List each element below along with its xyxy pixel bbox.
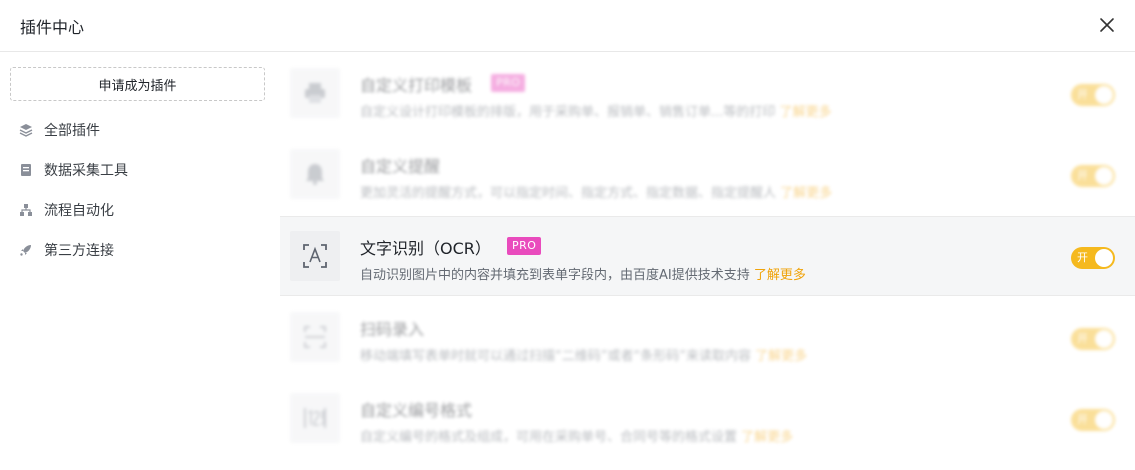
plugin-toggle[interactable]: 开	[1071, 328, 1115, 350]
scan-icon	[290, 312, 340, 362]
toggle-knob	[1095, 411, 1113, 429]
pro-badge: PRO	[491, 74, 526, 92]
plugin-description-text: 自定义设计打印模板的排版，用于采购单、报销单、销售订单...等的打印	[360, 105, 776, 120]
toggle-label: 开	[1077, 332, 1088, 345]
close-icon[interactable]	[1096, 14, 1118, 36]
plugin-name: 自定义打印模板	[360, 76, 473, 95]
plugin-toggle[interactable]: 开	[1071, 84, 1115, 106]
dialog-title: 插件中心	[20, 18, 85, 37]
learn-more-link[interactable]: 了解更多	[780, 105, 832, 120]
form-icon	[18, 162, 34, 178]
plugin-name: 扫码录入	[360, 320, 425, 339]
toggle-label: 开	[1077, 88, 1088, 101]
rocket-icon	[18, 242, 34, 258]
printer-icon	[290, 68, 340, 118]
sidebar-item-label: 数据采集工具	[44, 163, 128, 179]
plugin-card-number-format: 自定义编号格式 自定义编号的格式及组成，可用在采购单号、合同号等的格式设置 了解…	[280, 379, 1135, 459]
plugin-card-print-template: 自定义打印模板 PRO 自定义设计打印模板的排版，用于采购单、报销单、销售订单.…	[280, 54, 1135, 134]
sidebar-item-label: 全部插件	[44, 123, 100, 139]
toggle-knob	[1095, 249, 1113, 267]
bell-icon	[290, 149, 340, 199]
number-format-icon	[290, 393, 340, 443]
plugin-description-text: 移动端填写表单时就可以通过扫描“二维码”或者“条形码”来读取内容	[360, 349, 751, 364]
plugin-toggle[interactable]: 开	[1071, 409, 1115, 431]
toggle-knob	[1095, 330, 1113, 348]
toggle-label: 开	[1077, 251, 1088, 264]
plugin-name: 自定义编号格式	[360, 401, 473, 420]
learn-more-link[interactable]: 了解更多	[741, 430, 793, 445]
plugin-name: 自定义提醒	[360, 157, 441, 176]
toggle-label: 开	[1077, 169, 1088, 182]
plugin-name: 文字识别（OCR）	[360, 239, 491, 258]
plugin-description: 自定义编号的格式及组成，可用在采购单号、合同号等的格式设置 了解更多	[360, 426, 793, 445]
layers-icon	[18, 122, 34, 138]
toggle-knob	[1095, 86, 1113, 104]
learn-more-link[interactable]: 了解更多	[755, 349, 807, 364]
plugin-description-text: 自动识别图片中的内容并填充到表单字段内，由百度AI提供技术支持	[360, 268, 750, 283]
plugin-description: 自定义设计打印模板的排版，用于采购单、报销单、销售订单...等的打印 了解更多	[360, 101, 832, 120]
flow-icon	[18, 202, 34, 218]
toggle-label: 开	[1077, 413, 1088, 426]
plugin-card-custom-reminder: 自定义提醒 更加灵活的提醒方式，可以指定时间、指定方式、指定数据、指定提醒人 了…	[280, 135, 1135, 215]
sidebar-item-label: 流程自动化	[44, 203, 114, 219]
sidebar-item-label: 第三方连接	[44, 243, 114, 259]
plugin-card-scan-input: 扫码录入 移动端填写表单时就可以通过扫描“二维码”或者“条形码”来读取内容 了解…	[280, 298, 1135, 378]
plugin-card-ocr: 文字识别（OCR） PRO 自动识别图片中的内容并填充到表单字段内，由百度AI提…	[280, 216, 1135, 296]
sidebar-item-data-collection[interactable]: 数据采集工具	[18, 158, 128, 182]
learn-more-link[interactable]: 了解更多	[754, 268, 806, 283]
plugin-list: 自定义打印模板 PRO 自定义设计打印模板的排版，用于采购单、报销单、销售订单.…	[280, 52, 1135, 470]
dialog-header: 插件中心	[0, 0, 1135, 52]
learn-more-link[interactable]: 了解更多	[780, 186, 832, 201]
pro-badge: PRO	[507, 237, 542, 255]
plugin-description-text: 更加灵活的提醒方式，可以指定时间、指定方式、指定数据、指定提醒人	[360, 186, 777, 201]
sidebar: 申请成为插件 全部插件 数据采集工具 流程自动化 第三方连接	[0, 52, 280, 470]
sidebar-item-automation[interactable]: 流程自动化	[18, 198, 114, 222]
plugin-description: 移动端填写表单时就可以通过扫描“二维码”或者“条形码”来读取内容 了解更多	[360, 345, 807, 364]
ocr-icon	[290, 231, 340, 281]
plugin-description-text: 自定义编号的格式及组成，可用在采购单号、合同号等的格式设置	[360, 430, 738, 445]
plugin-toggle[interactable]: 开	[1071, 165, 1115, 187]
plugin-description: 更加灵活的提醒方式，可以指定时间、指定方式、指定数据、指定提醒人 了解更多	[360, 182, 832, 201]
plugin-toggle[interactable]: 开	[1071, 247, 1115, 269]
toggle-knob	[1095, 167, 1113, 185]
apply-plugin-button[interactable]: 申请成为插件	[10, 67, 265, 101]
sidebar-item-third-party[interactable]: 第三方连接	[18, 238, 114, 262]
plugin-description: 自动识别图片中的内容并填充到表单字段内，由百度AI提供技术支持 了解更多	[360, 264, 806, 283]
sidebar-item-all-plugins[interactable]: 全部插件	[18, 118, 100, 142]
